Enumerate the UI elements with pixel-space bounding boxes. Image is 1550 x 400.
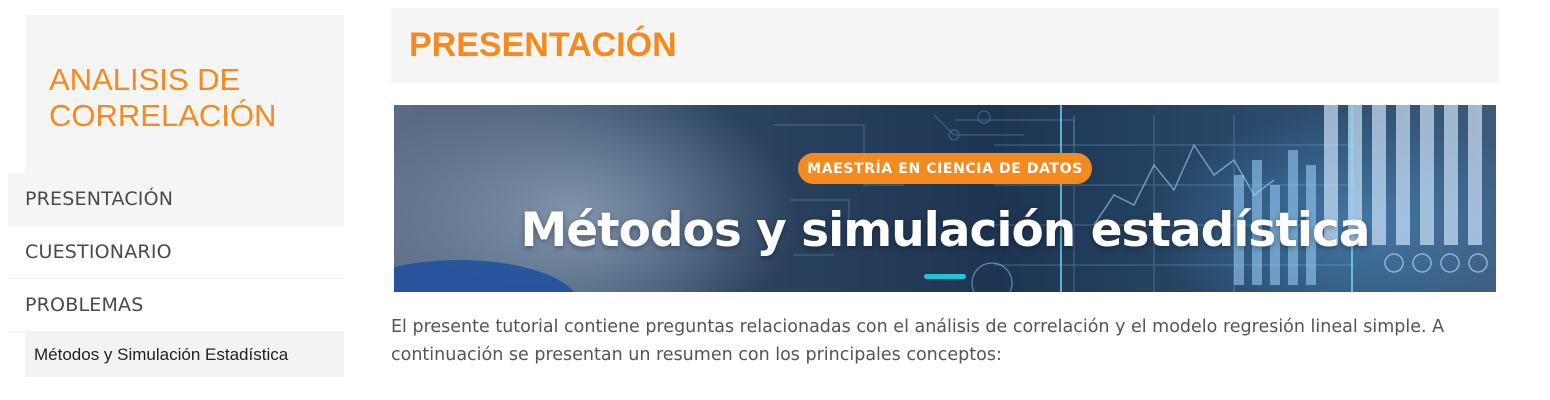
nav-item-problemas[interactable]: PROBLEMAS (8, 279, 344, 332)
page-title: PRESENTACIÓN (409, 26, 677, 64)
nav-item-presentacion[interactable]: PRESENTACIÓN (8, 173, 344, 226)
course-banner-image: MAESTRÍA EN CIENCIA DE DATOS Métodos y s… (394, 105, 1496, 292)
intro-paragraph: El presente tutorial contiene preguntas … (391, 317, 1445, 365)
sidebar-nav: PRESENTACIÓN CUESTIONARIO PROBLEMAS (8, 173, 344, 332)
banner-background-graphics (394, 105, 1488, 292)
site-title: ANALISIS DE CORRELACIÓN (49, 62, 277, 133)
banner-accent-bar (924, 274, 966, 279)
banner-title: Métodos y simulación estadística (520, 203, 1370, 258)
nav-subitem-metodos[interactable]: Métodos y Simulación Estadística (25, 332, 344, 377)
program-badge: MAESTRÍA EN CIENCIA DE DATOS (798, 153, 1092, 184)
nav-item-cuestionario[interactable]: CUESTIONARIO (8, 226, 344, 279)
